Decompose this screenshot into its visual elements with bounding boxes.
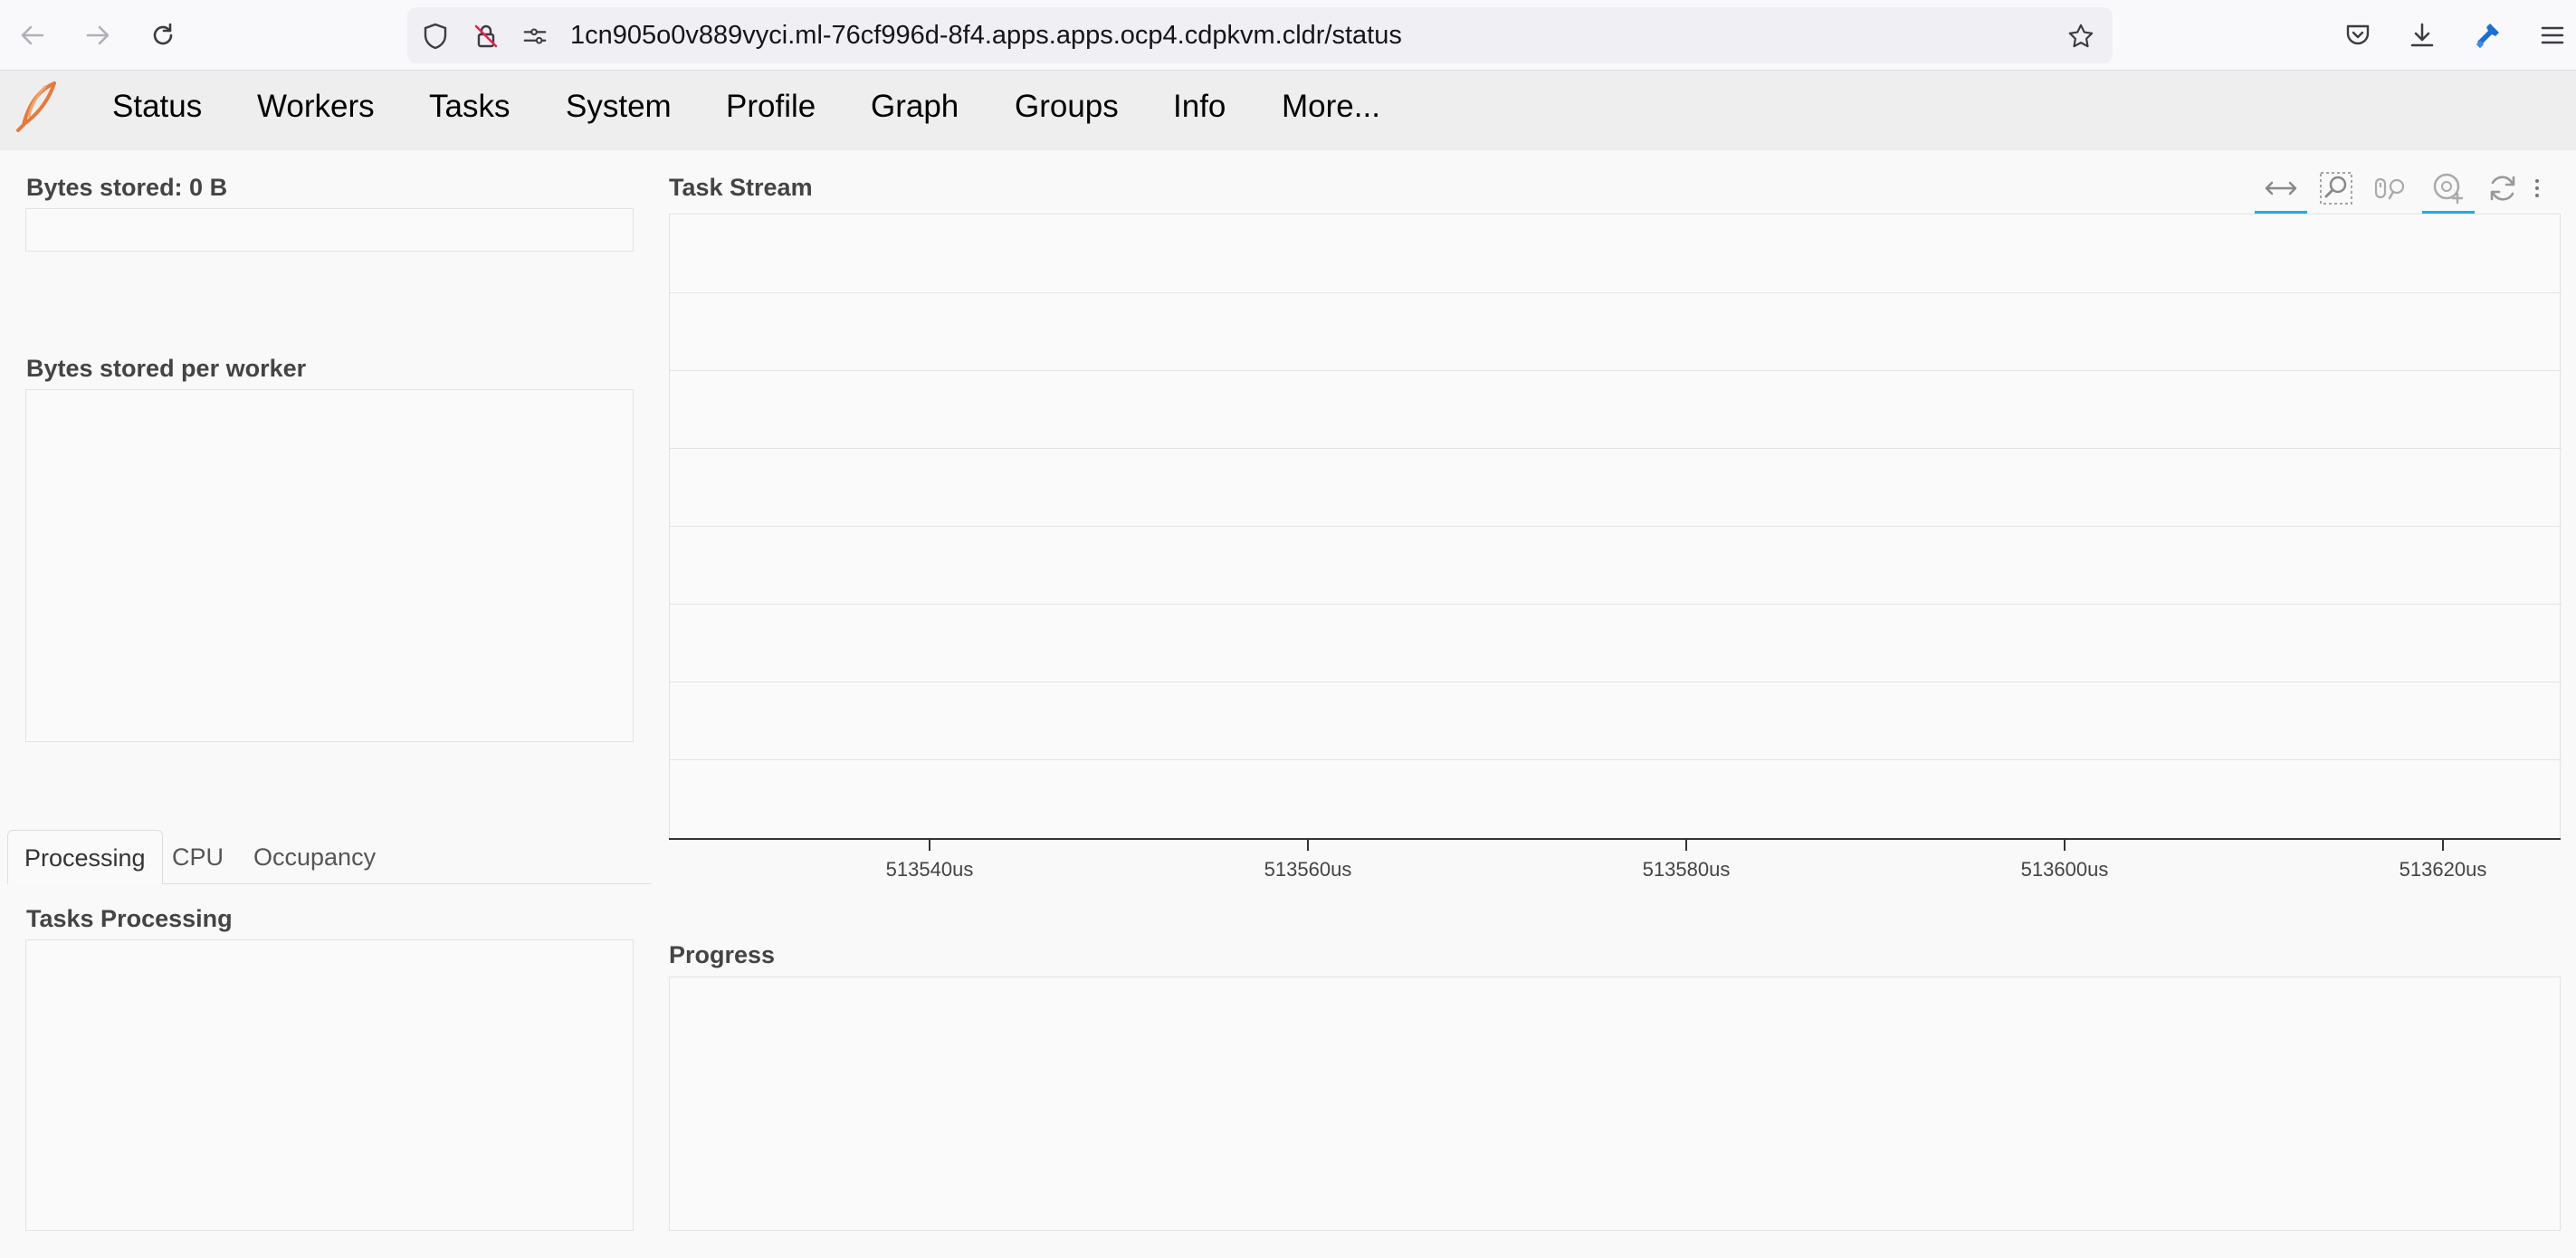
back-button[interactable] — [14, 17, 51, 53]
x-tick-label: 513580us — [1642, 858, 1731, 881]
extension-icon[interactable] — [2469, 17, 2505, 53]
x-tick-label: 513560us — [1264, 858, 1352, 881]
x-tick — [1307, 840, 1309, 851]
insecure-lock-icon[interactable] — [472, 23, 500, 50]
bytes-per-worker-plot — [25, 389, 634, 742]
box-zoom-icon — [2320, 172, 2352, 205]
url-bar[interactable]: 1cn905o0v889vyci.ml-76cf996d-8f4.apps.ap… — [407, 7, 2113, 63]
hover-tool[interactable] — [2422, 168, 2475, 214]
x-tick — [929, 840, 930, 851]
back-arrow-icon — [21, 25, 44, 45]
gridline — [670, 292, 2562, 293]
pocket-icon[interactable] — [2340, 17, 2376, 53]
tab-cpu[interactable]: CPU — [156, 830, 240, 884]
reset-tool[interactable] — [2480, 168, 2525, 208]
app-nav-bar: Status Workers Tasks System Profile Grap… — [0, 71, 2576, 150]
nav-workers[interactable]: Workers — [257, 71, 375, 143]
nav-graph[interactable]: Graph — [871, 71, 959, 143]
nav-status[interactable]: Status — [112, 71, 202, 143]
progress-plot — [669, 977, 2561, 1231]
bookmark-star-icon[interactable] — [2067, 23, 2094, 50]
gridline — [670, 604, 2562, 605]
browser-toolbar: 1cn905o0v889vyci.ml-76cf996d-8f4.apps.ap… — [0, 0, 2576, 71]
tab-processing[interactable]: Processing — [7, 830, 163, 884]
wheel-zoom-tool[interactable] — [2369, 168, 2414, 208]
reload-icon — [153, 23, 173, 45]
bytes-stored-title: Bytes stored: 0 B — [26, 174, 228, 201]
nav-tasks[interactable]: Tasks — [429, 71, 510, 143]
x-tick-label: 513600us — [2020, 858, 2109, 881]
downloads-icon[interactable] — [2404, 17, 2440, 53]
nav-more[interactable]: More... — [1282, 71, 1380, 143]
nav-system[interactable]: System — [566, 71, 672, 143]
bytes-per-worker-title: Bytes stored per worker — [26, 355, 307, 382]
gridline — [670, 759, 2562, 760]
reload-button[interactable] — [145, 17, 181, 53]
task-stream-plot[interactable] — [669, 214, 2562, 840]
nav-profile[interactable]: Profile — [726, 71, 816, 143]
forward-arrow-icon — [86, 25, 110, 45]
x-axis — [669, 838, 2561, 840]
box-zoom-tool[interactable] — [2314, 168, 2359, 208]
nav-groups[interactable]: Groups — [1015, 71, 1119, 143]
x-tick-label: 513540us — [885, 858, 974, 881]
wheel-zoom-icon — [2374, 177, 2405, 200]
toolbar-more[interactable] — [2524, 168, 2551, 208]
shield-icon[interactable] — [422, 23, 449, 50]
pan-tool[interactable] — [2255, 168, 2307, 214]
x-tick — [2064, 840, 2066, 851]
x-tick-label: 513620us — [2399, 858, 2487, 881]
gridline — [670, 681, 2562, 682]
task-stream-title: Task Stream — [669, 174, 813, 201]
menu-icon[interactable] — [2534, 17, 2571, 53]
processing-tabs: Processing CPU Occupancy — [7, 830, 652, 884]
more-icon — [2535, 179, 2539, 197]
nav-info[interactable]: Info — [1173, 71, 1226, 143]
permissions-icon[interactable] — [521, 23, 549, 50]
gridline — [670, 370, 2562, 371]
url-text[interactable]: 1cn905o0v889vyci.ml-76cf996d-8f4.apps.ap… — [570, 7, 1402, 63]
tasks-processing-plot — [25, 939, 634, 1231]
forward-button[interactable] — [80, 17, 116, 53]
progress-title: Progress — [669, 941, 776, 968]
gridline — [670, 448, 2562, 449]
x-tick — [2442, 840, 2444, 851]
hover-icon — [2433, 173, 2464, 205]
reset-icon — [2490, 176, 2515, 201]
pan-icon — [2265, 181, 2297, 195]
tasks-processing-title: Tasks Processing — [26, 905, 233, 932]
bytes-stored-bar — [25, 208, 634, 252]
x-tick — [1685, 840, 1687, 851]
dask-logo-icon[interactable] — [14, 80, 62, 134]
tab-occupancy[interactable]: Occupancy — [237, 830, 392, 884]
gridline — [670, 526, 2562, 527]
